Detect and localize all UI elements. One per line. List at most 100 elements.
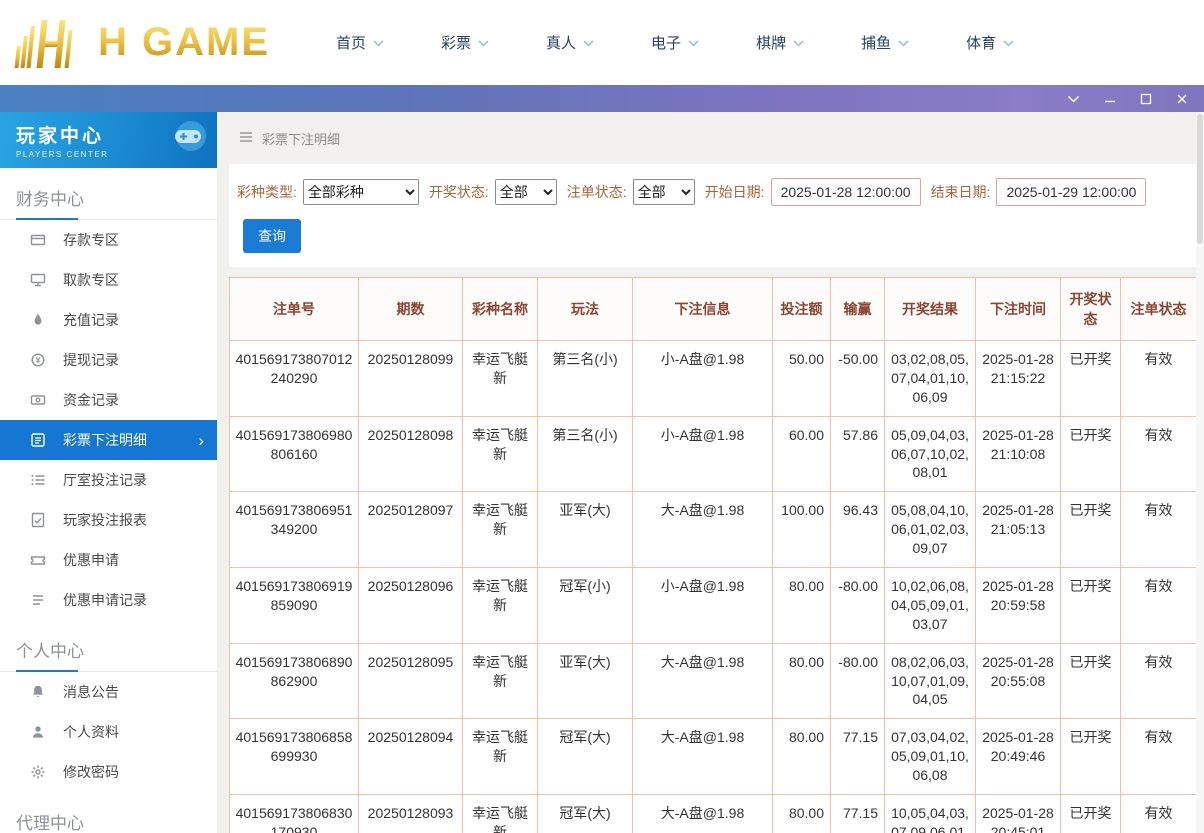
start-date-input[interactable] <box>771 178 921 206</box>
chevron-down-icon <box>793 34 804 52</box>
sidebar-item-label: 玩家投注报表 <box>63 510 147 530</box>
sidebar-item-label: 厅室投注记录 <box>63 470 147 490</box>
table-cell: 2025-01-28 20:45:01 <box>976 795 1061 833</box>
sidebar-item-promo-apply[interactable]: 优惠申请 <box>0 540 217 580</box>
sidebar-item-label: 资金记录 <box>63 390 119 410</box>
table-cell: 已开奖 <box>1061 341 1121 417</box>
table-cell: 10,05,04,03,07,09,06,01,02, <box>885 795 976 833</box>
order-status-select[interactable]: 全部 <box>633 179 695 205</box>
main-nav: 首页 彩票 真人 电子 棋牌 捕鱼 体育 <box>336 32 1014 53</box>
logo-text: H GAME <box>98 20 270 65</box>
nav-item-fishing[interactable]: 捕鱼 <box>861 32 909 53</box>
sidebar-item-announcements[interactable]: 消息公告 <box>0 672 217 712</box>
table-row: 40156917380689086290020250128095幸运飞艇新亚军(… <box>230 643 1197 719</box>
sidebar-item-profile[interactable]: 个人资料 <box>0 712 217 752</box>
chevron-down-icon <box>688 34 699 52</box>
table-cell: 20250128097 <box>359 492 463 568</box>
table-cell: 冠军(大) <box>538 719 633 795</box>
sidebar-item-change-password[interactable]: 修改密码 <box>0 752 217 792</box>
bets-table: 注单号期数彩种名称玩法下注信息投注额输赢开奖结果下注时间开奖状态注单状态 401… <box>229 277 1197 833</box>
table-cell: 已开奖 <box>1061 719 1121 795</box>
hall-record-icon <box>30 472 46 488</box>
table-cell: 有效 <box>1121 416 1197 492</box>
draw-status-select[interactable]: 全部 <box>495 179 557 205</box>
table-cell: 401569173806980806160 <box>230 416 359 492</box>
table-cell: 亚军(大) <box>538 643 633 719</box>
gamepad-icon <box>153 118 209 163</box>
menu-icon[interactable] <box>239 131 253 146</box>
table-cell: 幸运飞艇新 <box>463 795 538 833</box>
table-cell: 冠军(小) <box>538 568 633 644</box>
column-header: 开奖状态 <box>1061 278 1121 341</box>
minimize-icon[interactable] <box>1104 93 1116 105</box>
table-cell: 第三名(小) <box>538 341 633 417</box>
brand-logo[interactable]: H GAME <box>12 16 280 70</box>
app-window: H GAME 首页彩票真人电子棋牌捕鱼体育 玩家中心 PLAYERS CENTE… <box>0 0 1204 833</box>
sidebar-item-funds-record[interactable]: 资金记录 <box>0 380 217 420</box>
logo-mark-icon <box>12 16 92 70</box>
sidebar-item-lottery-bet-detail[interactable]: 彩票下注明细› <box>0 420 217 460</box>
sidebar-item-deposit-zone[interactable]: 存款专区 <box>0 220 217 260</box>
recharge-icon <box>30 312 46 328</box>
table-cell: 60.00 <box>773 416 831 492</box>
table-row: 40156917380683017093020250128093幸运飞艇新冠军(… <box>230 795 1197 833</box>
password-icon <box>30 764 46 780</box>
end-date-label: 结束日期: <box>931 182 991 202</box>
sidebar-item-player-bet-report[interactable]: 玩家投注报表 <box>0 500 217 540</box>
deposit-icon <box>30 232 46 248</box>
nav-item-sports[interactable]: 体育 <box>966 32 1014 53</box>
table-cell: 20250128095 <box>359 643 463 719</box>
lottery-type-select[interactable]: 全部彩种 <box>303 179 419 205</box>
table-cell: -80.00 <box>831 568 885 644</box>
nav-item-slots[interactable]: 电子 <box>651 32 699 53</box>
table-cell: 50.00 <box>773 341 831 417</box>
table-cell: 05,09,04,03,06,07,10,02,08,01 <box>885 416 976 492</box>
table-row: 40156917380698080616020250128098幸运飞艇新第三名… <box>230 416 1197 492</box>
table-cell: 小-A盘@1.98 <box>633 341 773 417</box>
column-header: 期数 <box>359 278 463 341</box>
table-row: 40156917380691985909020250128096幸运飞艇新冠军(… <box>230 568 1197 644</box>
sidebar-item-withdrawal-record[interactable]: 提现记录 <box>0 340 217 380</box>
nav-item-chess[interactable]: 棋牌 <box>756 32 804 53</box>
table-cell: 05,08,04,10,06,01,02,03,09,07 <box>885 492 976 568</box>
lottery-detail-icon <box>30 432 46 448</box>
sidebar-item-promo-apply-record[interactable]: 优惠申请记录 <box>0 580 217 620</box>
column-header: 彩种名称 <box>463 278 538 341</box>
table-cell: 第三名(小) <box>538 416 633 492</box>
table-cell: 20250128099 <box>359 341 463 417</box>
table-cell: 有效 <box>1121 719 1197 795</box>
sidebar: 玩家中心 PLAYERS CENTER 财务中心存款专区取款专区充值记录提现记录… <box>0 112 217 833</box>
table-cell: -80.00 <box>831 643 885 719</box>
maximize-icon[interactable] <box>1140 93 1152 105</box>
sidebar-item-recharge-record[interactable]: 充值记录 <box>0 300 217 340</box>
collapse-icon[interactable] <box>1067 95 1080 103</box>
column-header: 输赢 <box>831 278 885 341</box>
search-button[interactable]: 查询 <box>243 219 301 253</box>
table-cell: -50.00 <box>831 341 885 417</box>
close-icon[interactable] <box>1176 93 1188 105</box>
promo-record-icon <box>30 592 46 608</box>
chevron-down-icon <box>1003 34 1014 52</box>
table-cell: 幸运飞艇新 <box>463 719 538 795</box>
scrollbar-track[interactable] <box>1196 112 1204 833</box>
table-cell: 20250128096 <box>359 568 463 644</box>
sidebar-item-label: 消息公告 <box>63 682 119 702</box>
table-cell: 亚军(大) <box>538 492 633 568</box>
table-cell: 57.86 <box>831 416 885 492</box>
sidebar-item-hall-bet-record[interactable]: 厅室投注记录 <box>0 460 217 500</box>
nav-item-live[interactable]: 真人 <box>546 32 594 53</box>
table-cell: 2025-01-28 21:10:08 <box>976 416 1061 492</box>
promo-icon <box>30 552 46 568</box>
table-cell: 80.00 <box>773 568 831 644</box>
sidebar-item-withdraw-zone[interactable]: 取款专区 <box>0 260 217 300</box>
end-date-input[interactable] <box>996 178 1146 206</box>
nav-item-lottery[interactable]: 彩票 <box>441 32 489 53</box>
table-cell: 小-A盘@1.98 <box>633 568 773 644</box>
table-cell: 77.15 <box>831 795 885 833</box>
lottery-type-label: 彩种类型: <box>237 182 297 202</box>
sidebar-item-label: 充值记录 <box>63 310 119 330</box>
nav-item-home[interactable]: 首页 <box>336 32 384 53</box>
table-cell: 2025-01-28 21:15:22 <box>976 341 1061 417</box>
table-cell: 03,02,08,05,07,04,01,10,06,09 <box>885 341 976 417</box>
scrollbar-thumb[interactable] <box>1197 114 1203 244</box>
